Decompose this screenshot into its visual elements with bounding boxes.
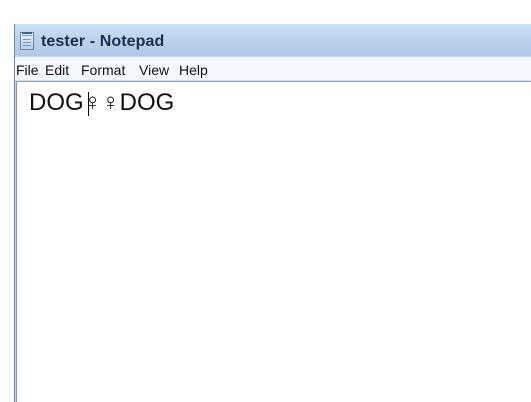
text-caret: [88, 92, 89, 116]
notepad-icon[interactable]: [20, 32, 34, 50]
title-area: tester - Notepad: [15, 31, 531, 55]
text-editor[interactable]: DOG♀♀DOG: [16, 81, 531, 402]
title-bar[interactable]: tester - Notepad: [15, 24, 531, 56]
menu-view[interactable]: View: [139, 62, 169, 78]
editor-text: DOG♀♀DOG: [29, 89, 175, 116]
menu-edit[interactable]: Edit: [45, 62, 69, 78]
menu-format[interactable]: Format: [81, 62, 125, 78]
desktop-background: [0, 0, 531, 24]
window-title: tester - Notepad: [41, 33, 165, 50]
menu-bar: File Edit Format View Help: [15, 57, 531, 81]
menu-help[interactable]: Help: [179, 62, 208, 78]
menu-file[interactable]: File: [16, 62, 39, 78]
notepad-window: tester - Notepad File Edit Format View H…: [14, 24, 531, 402]
